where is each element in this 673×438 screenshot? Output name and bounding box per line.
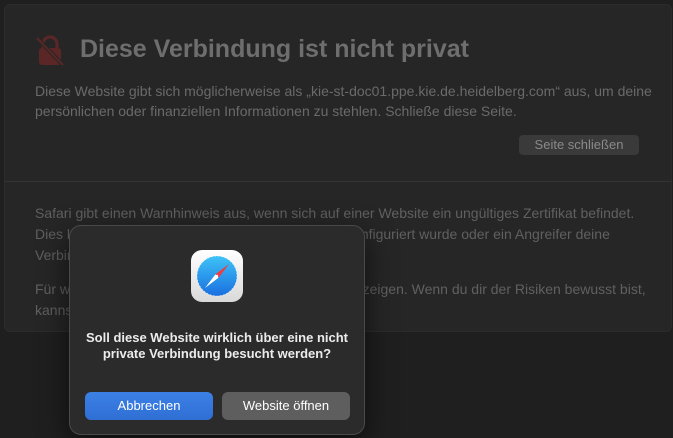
browser-page: Diese Verbindung ist nicht privat Diese … [0, 0, 673, 438]
page-title: Diese Verbindung ist nicht privat [80, 35, 469, 63]
warning-description: Diese Website gibt sich möglicherweise a… [35, 83, 652, 119]
dialog-message: Soll diese Website wirklich über eine ni… [86, 330, 348, 361]
close-page-button[interactable]: Seite schließen [519, 135, 639, 155]
confirm-dialog: Soll diese Website wirklich über eine ni… [69, 225, 365, 435]
warning-header: Diese Verbindung ist nicht privat Diese … [5, 5, 671, 181]
safari-compass-icon [191, 250, 243, 302]
broken-lock-icon [35, 35, 65, 67]
cancel-button[interactable]: Abbrechen [85, 392, 213, 420]
open-website-button[interactable]: Website öffnen [222, 392, 350, 420]
divider [5, 181, 671, 182]
